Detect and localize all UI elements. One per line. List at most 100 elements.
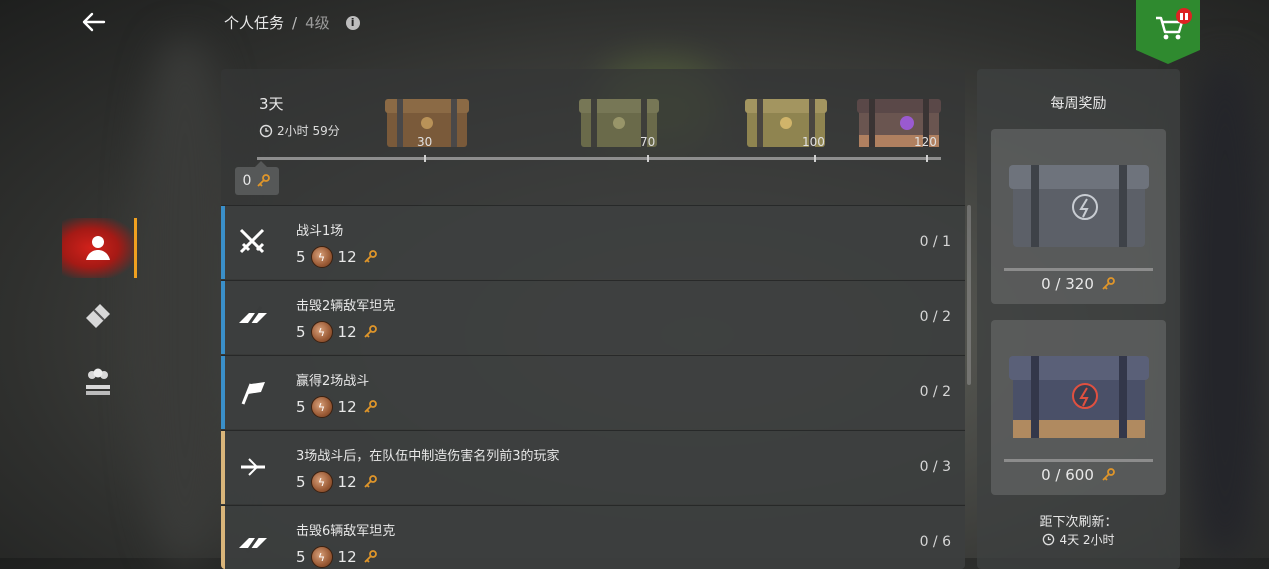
task-name: 赢得2场战斗 [296, 374, 370, 389]
weekly-progress: 0 / 600 [991, 466, 1166, 484]
task-rewards: 5 ϟ 12 [296, 396, 378, 418]
background-shape [1180, 60, 1269, 560]
task-progress: 0 / 1 [919, 234, 951, 250]
background-shape [140, 40, 230, 560]
arrow-left-icon [82, 12, 106, 32]
damage-icon [241, 458, 265, 476]
bolt-coin-icon: ϟ [310, 396, 333, 418]
weekly-progress-bar [1004, 459, 1153, 462]
task-rewards: 5 ϟ 12 [296, 321, 378, 343]
key-amount: 12 [337, 248, 357, 266]
task-row[interactable]: 击毁6辆敌军坦克 5 ϟ 12 0 / 6 [221, 505, 965, 569]
tank-destroy-icon [239, 531, 267, 553]
credit-amount: 5 [296, 323, 306, 341]
task-rewards: 5 ϟ 12 [296, 546, 378, 568]
info-icon[interactable]: i [345, 15, 360, 30]
progress-track [257, 157, 941, 160]
task-stripe [221, 506, 225, 569]
task-stripe [221, 356, 225, 429]
weekly-reward-card[interactable]: 0 / 600 [991, 320, 1166, 495]
group-icon [86, 368, 110, 395]
nav-personal-missions[interactable] [62, 218, 137, 278]
back-button[interactable] [78, 8, 110, 36]
task-row[interactable]: 击毁2辆敌军坦克 5 ϟ 12 0 / 2 [221, 280, 965, 354]
weekly-progress: 0 / 320 [991, 275, 1166, 293]
weekly-reward-card[interactable]: 0 / 320 [991, 129, 1166, 304]
milestone-label: 120 [914, 135, 937, 149]
refresh-timer: 4天 2小时 [977, 531, 1180, 548]
key-amount: 12 [337, 548, 357, 566]
key-icon [364, 325, 377, 338]
clock-icon [259, 124, 273, 137]
breadcrumb-separator: / [292, 13, 298, 32]
milestone-label: 70 [640, 135, 656, 149]
bolt-coin-icon: ϟ [310, 471, 333, 493]
cart-icon [1136, 0, 1200, 64]
bolt-coin-icon: ϟ [310, 246, 333, 268]
milestone-header: 3天 2小时 59分 30 70 100 120 0 [221, 69, 965, 205]
task-stripe [221, 431, 225, 504]
task-progress: 0 / 2 [919, 384, 951, 400]
key-icon [364, 475, 377, 488]
task-name: 击毁2辆敌军坦克 [296, 299, 396, 314]
weekly-rewards-panel: 每周奖励 0 / 320 0 / 600 距下次刷新： 4天 2小时 [977, 69, 1180, 569]
credit-amount: 5 [296, 473, 306, 491]
nav-clan-missions[interactable] [62, 352, 134, 412]
crossed-swords-icon [239, 228, 265, 254]
timer-text: 2小时 59分 [277, 124, 340, 138]
key-icon [257, 174, 271, 187]
weekly-progress-text: 0 / 320 [1041, 275, 1094, 293]
scrollbar[interactable] [967, 205, 971, 385]
person-icon [86, 236, 110, 260]
top-bar: 个人任务 / 4级 i [0, 0, 1269, 64]
task-stripe [221, 206, 225, 279]
weekly-title: 每周奖励 [1050, 96, 1107, 112]
key-icon [1102, 468, 1115, 481]
nav-tickets[interactable] [62, 286, 134, 346]
task-row[interactable]: 赢得2场战斗 5 ϟ 12 0 / 2 [221, 355, 965, 429]
refresh-label: 距下次刷新： [1039, 515, 1118, 530]
task-row[interactable]: 3场战斗后，在队伍中制造伤害名列前3的玩家 5 ϟ 12 0 / 3 [221, 430, 965, 504]
key-amount: 12 [337, 473, 357, 491]
task-name: 3场战斗后，在队伍中制造伤害名列前3的玩家 [296, 449, 560, 464]
milestone-tick [647, 155, 649, 162]
key-amount: 12 [337, 398, 357, 416]
task-name: 击毁6辆敌军坦克 [296, 524, 396, 539]
task-progress: 0 / 3 [919, 459, 951, 475]
missions-panel: 3天 2小时 59分 30 70 100 120 0 战斗1场 5 ϟ 12 0… [221, 69, 965, 569]
credit-amount: 5 [296, 548, 306, 566]
steel-chest [1009, 165, 1149, 247]
milestone-label: 30 [417, 135, 433, 149]
tank-destroy-icon [239, 306, 267, 328]
milestone-tick [926, 155, 928, 162]
credit-amount: 5 [296, 398, 306, 416]
task-row[interactable]: 战斗1场 5 ϟ 12 0 / 1 [221, 205, 965, 279]
key-icon [364, 550, 377, 563]
credit-amount: 5 [296, 248, 306, 266]
task-rewards: 5 ϟ 12 [296, 471, 378, 493]
time-left: 2小时 59分 [259, 122, 340, 139]
key-icon [364, 250, 377, 263]
weekly-progress-text: 0 / 600 [1041, 466, 1094, 484]
blue-chest [1009, 356, 1149, 438]
weekly-progress-bar [1004, 268, 1153, 271]
current-points: 0 [242, 173, 252, 189]
milestone-label: 100 [802, 135, 825, 149]
key-icon [1102, 277, 1115, 290]
current-points-badge: 0 [235, 161, 279, 195]
task-progress: 0 / 2 [919, 309, 951, 325]
bolt-coin-icon: ϟ [310, 546, 333, 568]
key-amount: 12 [337, 323, 357, 341]
breadcrumb: 个人任务 / 4级 i [224, 12, 360, 33]
milestone-tick [424, 155, 426, 162]
victory-flag-icon [241, 382, 265, 405]
ticket-icon [86, 304, 110, 328]
refresh-time: 4天 2小时 [1059, 533, 1115, 547]
days-left: 3天 [259, 95, 284, 113]
task-stripe [221, 281, 225, 354]
level-label: 4级 [305, 14, 330, 32]
bolt-coin-icon: ϟ [310, 321, 333, 343]
task-name: 战斗1场 [296, 224, 344, 239]
milestone-tick [814, 155, 816, 162]
shop-button[interactable] [1136, 0, 1200, 64]
